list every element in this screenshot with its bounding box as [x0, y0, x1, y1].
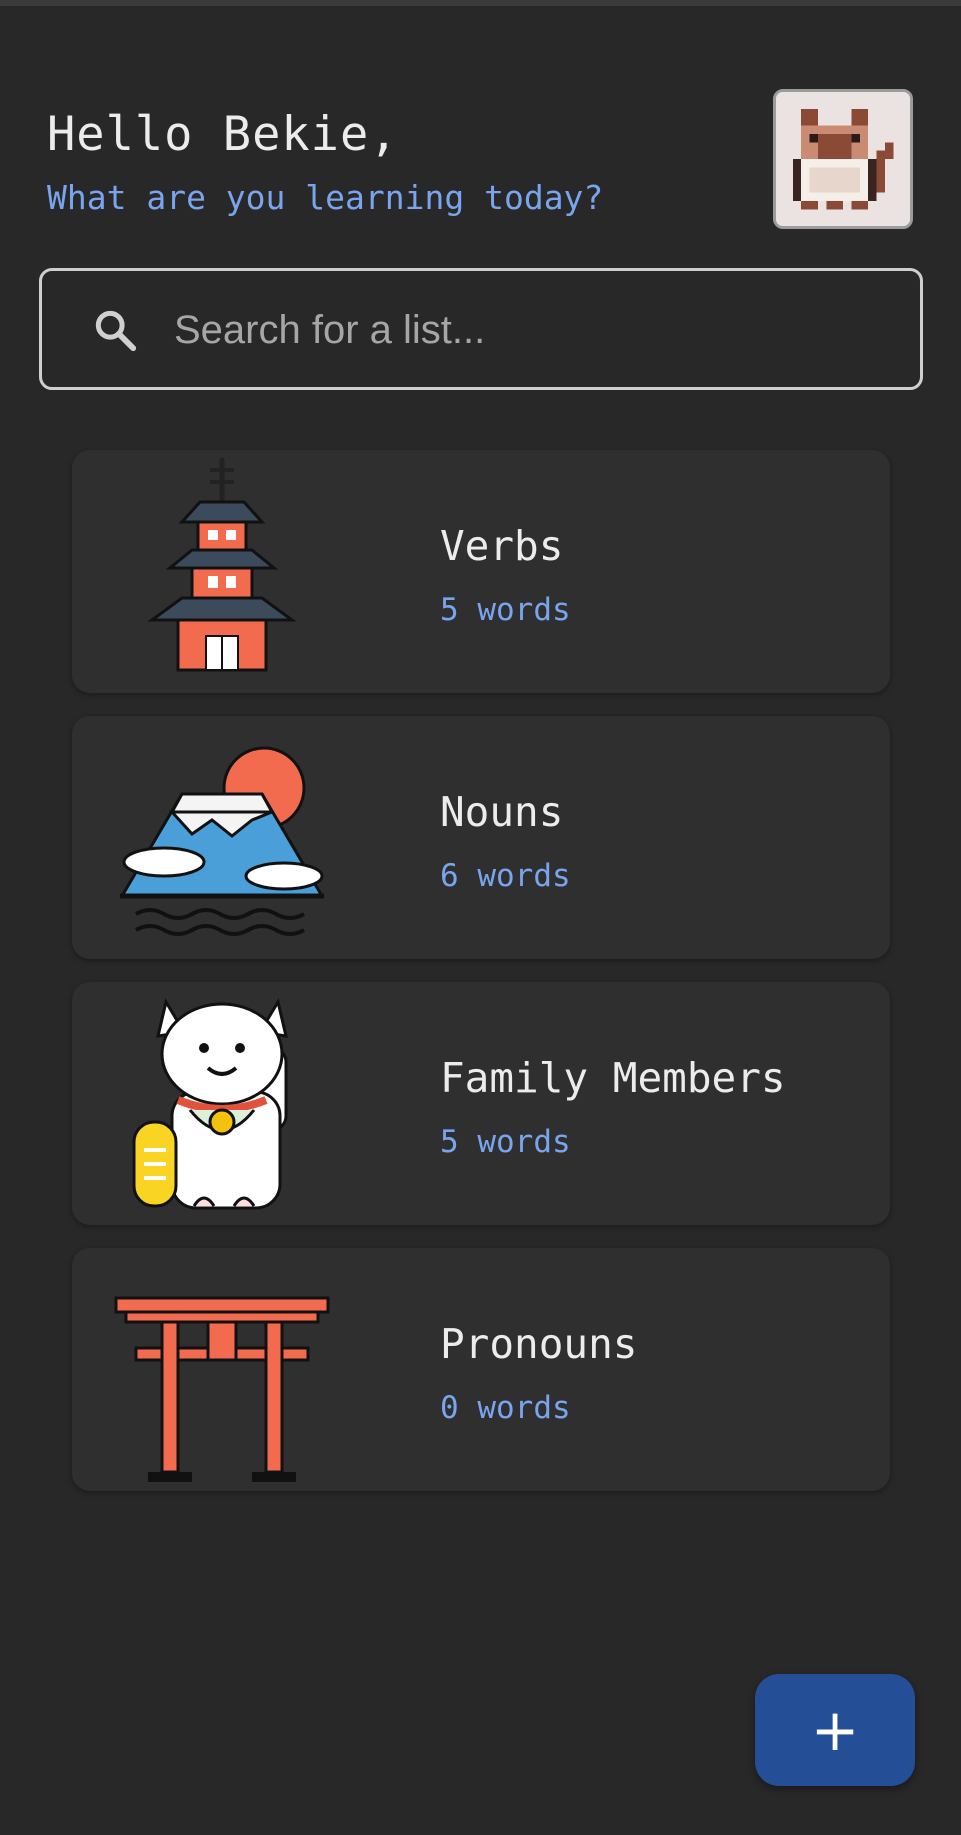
status-bar-edge — [0, 0, 961, 6]
greeting-title: Hello Bekie, — [47, 107, 399, 162]
pagoda-icon — [112, 450, 332, 693]
list-word-count: 5 words — [440, 1124, 571, 1160]
word-lists: Verbs 5 words Nouns 6 words Family Membe… — [72, 450, 890, 1514]
list-card-pronouns[interactable]: Pronouns 0 words — [72, 1248, 890, 1491]
torii-gate-icon — [112, 1248, 332, 1491]
search-bar[interactable] — [39, 268, 923, 390]
list-card-nouns[interactable]: Nouns 6 words — [72, 716, 890, 959]
avatar[interactable] — [773, 89, 913, 229]
list-word-count: 5 words — [440, 592, 571, 628]
list-title: Pronouns — [440, 1320, 638, 1368]
header: Hello Bekie, What are you learning today… — [47, 104, 747, 220]
lucky-cat-icon — [112, 982, 332, 1225]
list-title: Nouns — [440, 788, 564, 836]
greeting-subtitle: What are you learning today? — [47, 178, 604, 217]
add-icon: + — [810, 1696, 860, 1764]
list-title: Family Members — [440, 1054, 786, 1102]
list-title: Verbs — [440, 522, 564, 570]
list-word-count: 0 words — [440, 1390, 571, 1426]
list-card-verbs[interactable]: Verbs 5 words — [72, 450, 890, 693]
search-icon — [95, 310, 137, 352]
pixel-cat-icon — [776, 92, 910, 226]
list-card-family-members[interactable]: Family Members 5 words — [72, 982, 890, 1225]
add-list-button[interactable]: + — [755, 1674, 915, 1786]
mount-fuji-icon — [112, 716, 332, 959]
list-word-count: 6 words — [440, 858, 571, 894]
search-input[interactable] — [172, 291, 876, 369]
